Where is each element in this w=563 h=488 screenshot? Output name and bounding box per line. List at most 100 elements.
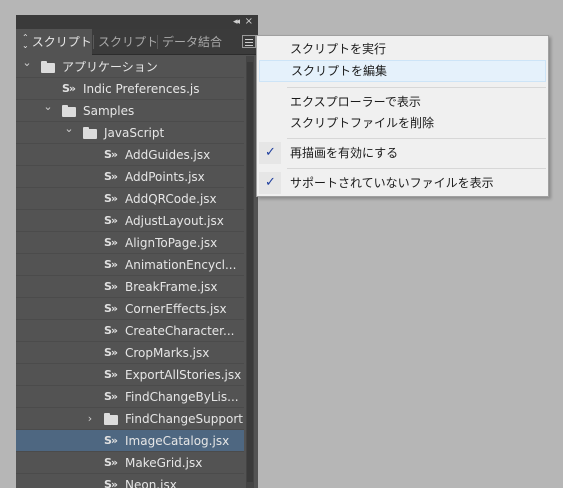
- tree-item-label: Neon.jsx: [125, 478, 177, 488]
- tree-item-label: AddGuides.jsx: [125, 148, 211, 162]
- menu-item-delete-script[interactable]: スクリプトファイルを削除: [259, 112, 546, 134]
- tree-item-label: ExportAllStories.jsx: [125, 368, 242, 382]
- tree-script-row[interactable]: S» MakeGrid.jsx: [16, 452, 244, 474]
- menu-item-reveal-in-explorer[interactable]: エクスプローラーで表示: [259, 91, 546, 113]
- tree-script-row[interactable]: S» ExportAllStories.jsx: [16, 364, 244, 386]
- script-icon: S»: [104, 302, 118, 315]
- tree-script-row[interactable]: S» CropMarks.jsx: [16, 342, 244, 364]
- script-tree: ⌄ アプリケーション S» Indic Preferences.js ⌄ Samples ⌄…: [16, 56, 244, 488]
- folder-icon: [41, 61, 55, 73]
- tree-item-label: FindChangeSupport: [125, 412, 243, 426]
- tree-item-label: ImageCatalog.jsx: [125, 434, 230, 448]
- tree-script-row[interactable]: S» AlignToPage.jsx: [16, 232, 244, 254]
- tree-item-label: MakeGrid.jsx: [125, 456, 203, 470]
- tree-item-label: FindChangeByLis...: [125, 390, 239, 404]
- tree-item-label: AnimationEncycl...: [125, 258, 237, 272]
- tree-script-row[interactable]: S» Neon.jsx: [16, 474, 244, 488]
- vertical-scrollbar[interactable]: [246, 56, 254, 488]
- menu-item-label: サポートされていないファイルを表示: [290, 176, 494, 190]
- tree-item-label: AdjustLayout.jsx: [125, 214, 224, 228]
- checkmark-box: ✓: [259, 172, 281, 194]
- chevron-right-icon[interactable]: ›: [85, 408, 95, 430]
- tree-folder-row[interactable]: ⌄ Samples: [16, 100, 244, 122]
- panel-tab-bar: ⌃⌄スクリプト スクリプトラ データ結合: [16, 29, 258, 55]
- script-icon: S»: [104, 280, 118, 293]
- folder-icon: [62, 105, 76, 117]
- menu-separator: [287, 87, 546, 88]
- tree-item-label: アプリケーション: [62, 60, 158, 74]
- script-icon: S»: [104, 390, 118, 403]
- tree-folder-row[interactable]: ⌄ アプリケーション: [16, 56, 244, 78]
- menu-item-label: スクリプトファイルを削除: [290, 116, 435, 130]
- tree-item-label: AlignToPage.jsx: [125, 236, 218, 250]
- script-icon: S»: [104, 214, 118, 227]
- menu-item-label: 再描画を有効にする: [290, 146, 399, 160]
- tab-data-merge[interactable]: データ結合: [158, 29, 222, 55]
- tree-script-row[interactable]: S» AddGuides.jsx: [16, 144, 244, 166]
- tab-label: スクリプト: [31, 35, 92, 49]
- script-icon: S»: [62, 82, 76, 95]
- tree-script-row[interactable]: S» AddPoints.jsx: [16, 166, 244, 188]
- chevron-down-icon[interactable]: ⌄: [43, 100, 53, 118]
- tree-item-label: CornerEffects.jsx: [125, 302, 227, 316]
- tree-item-label: Samples: [83, 104, 135, 118]
- script-icon: S»: [104, 434, 118, 447]
- tree-item-label: AddPoints.jsx: [125, 170, 205, 184]
- tree-item-label: BreakFrame.jsx: [125, 280, 218, 294]
- chevron-down-icon[interactable]: ⌄: [64, 122, 74, 140]
- script-icon: S»: [104, 346, 118, 359]
- tree-item-label: CropMarks.jsx: [125, 346, 210, 360]
- menu-item-label: スクリプトを編集: [291, 64, 388, 78]
- tree-script-row[interactable]: S» FindChangeByLis...: [16, 386, 244, 408]
- tree-script-row[interactable]: S» AdjustLayout.jsx: [16, 210, 244, 232]
- folder-icon: [83, 127, 97, 139]
- chevron-down-icon[interactable]: ⌄: [22, 56, 32, 74]
- hamburger-menu-icon[interactable]: [242, 35, 256, 48]
- menu-item-run-script[interactable]: スクリプトを実行: [259, 38, 546, 60]
- menu-separator: [287, 168, 546, 169]
- tree-item-label: CreateCharacter...: [125, 324, 235, 338]
- script-icon: S»: [104, 478, 118, 488]
- menu-item-label: エクスプローラーで表示: [290, 95, 421, 109]
- panel-title-bar: ◂◂ ×: [16, 15, 258, 29]
- script-icon: S»: [104, 324, 118, 337]
- tree-folder-row[interactable]: › FindChangeSupport: [16, 408, 244, 430]
- tree-script-row[interactable]: S» CornerEffects.jsx: [16, 298, 244, 320]
- tab-label: スクリプトラ: [98, 35, 156, 49]
- script-icon: S»: [104, 192, 118, 205]
- tree-item-label: JavaScript: [104, 126, 165, 140]
- checkmark-icon: ✓: [265, 145, 276, 160]
- panel-context-menu: スクリプトを実行 スクリプトを編集 エクスプローラーで表示 スクリプトファイルを…: [256, 35, 549, 197]
- menu-item-enable-redraw[interactable]: ✓ 再描画を有効にする: [259, 142, 546, 164]
- tab-reorder-icon: ⌃ ⌄: [22, 32, 29, 50]
- script-icon: S»: [104, 456, 118, 469]
- scripts-panel: ◂◂ × ⌃⌄スクリプト スクリプトラ データ結合 ⌄ アプリケーション S» Ind…: [16, 15, 258, 488]
- tree-script-row[interactable]: S» Indic Preferences.js: [16, 78, 244, 100]
- menu-item-show-unsupported-files[interactable]: ✓ サポートされていないファイルを表示: [259, 172, 546, 194]
- checkmark-box: ✓: [259, 142, 281, 164]
- tree-item-label: Indic Preferences.js: [83, 82, 200, 96]
- tree-item-label: AddQRCode.jsx: [125, 192, 217, 206]
- checkmark-icon: ✓: [265, 175, 276, 190]
- tree-folder-row[interactable]: ⌄ JavaScript: [16, 122, 244, 144]
- double-chevron-left-icon[interactable]: ◂◂: [233, 16, 240, 28]
- tab-label: データ結合: [162, 35, 222, 49]
- tree-script-row[interactable]: S» ImageCatalog.jsx: [16, 430, 244, 452]
- menu-item-edit-script[interactable]: スクリプトを編集: [259, 60, 546, 82]
- menu-item-label: スクリプトを実行: [290, 42, 387, 56]
- tree-script-row[interactable]: S» CreateCharacter...: [16, 320, 244, 342]
- script-icon: S»: [104, 170, 118, 183]
- tree-script-row[interactable]: S» AnimationEncycl...: [16, 254, 244, 276]
- script-icon: S»: [104, 148, 118, 161]
- tab-scripts[interactable]: ⌃ ⌄ スクリプト: [16, 29, 92, 55]
- folder-icon: [104, 413, 118, 425]
- script-icon: S»: [104, 236, 118, 249]
- tree-script-row[interactable]: S» BreakFrame.jsx: [16, 276, 244, 298]
- script-icon: S»: [104, 368, 118, 381]
- script-icon: S»: [104, 258, 118, 271]
- scrollbar-thumb[interactable]: [247, 62, 253, 482]
- menu-separator: [287, 138, 546, 139]
- tab-script-label[interactable]: スクリプトラ: [94, 29, 156, 55]
- close-icon[interactable]: ×: [245, 15, 253, 28]
- tree-script-row[interactable]: S» AddQRCode.jsx: [16, 188, 244, 210]
